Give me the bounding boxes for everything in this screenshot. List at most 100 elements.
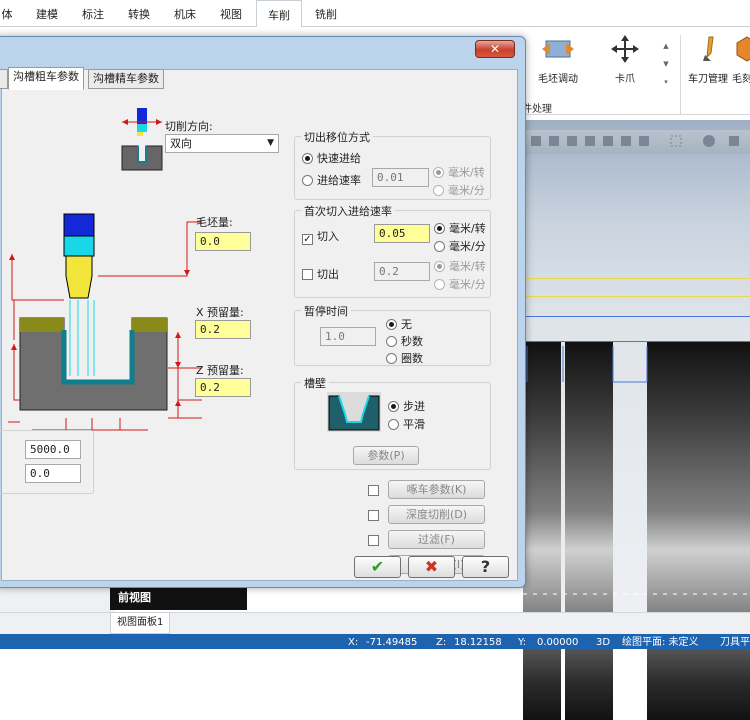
- cancel-button[interactable]: ✖: [408, 556, 455, 578]
- dwell-title: 暂停时间: [301, 303, 351, 319]
- stock-allowance-input[interactable]: 0.0: [195, 232, 251, 251]
- peck-params-button[interactable]: 啄车参数(K): [388, 480, 485, 499]
- dwell-seconds-radio[interactable]: 秒数: [386, 333, 423, 349]
- view-panel-tab[interactable]: 视图面板1: [110, 612, 170, 634]
- exit-unit-min-label: 毫米/分: [448, 184, 485, 197]
- cut-in-unit-rev-label: 毫米/转: [449, 222, 486, 235]
- dwell-revs-radio[interactable]: 圈数: [386, 350, 423, 366]
- depth-cut-button[interactable]: 深度切削(D): [388, 505, 485, 524]
- cut-out-unit-rev-radio[interactable]: 毫米/转: [434, 258, 486, 274]
- cut-out-input[interactable]: 0.2: [374, 262, 430, 281]
- help-icon: ?: [480, 557, 491, 576]
- depth-cut-checkbox[interactable]: [368, 509, 383, 522]
- z-allowance-input[interactable]: 0.2: [195, 378, 251, 397]
- status-tool-plane[interactable]: 刀具平: [720, 634, 750, 651]
- speed-input-1[interactable]: 5000.0: [25, 440, 81, 459]
- speed-input-2[interactable]: 0.0: [25, 464, 81, 483]
- wall-step-radio[interactable]: 步进: [388, 398, 425, 414]
- help-button[interactable]: ?: [462, 556, 509, 578]
- x-allowance-label: X 预留量:: [196, 306, 244, 319]
- first-plunge-title: 首次切入进给速率: [301, 203, 395, 219]
- tab-groove-rough[interactable]: 沟槽粗车参数: [8, 67, 84, 90]
- wall-params-button[interactable]: 参数(P): [353, 446, 419, 465]
- wall-smooth-label: 平滑: [403, 418, 425, 431]
- exit-unit-rev-label: 毫米/转: [448, 166, 485, 179]
- cut-in-unit-min-radio[interactable]: 毫米/分: [434, 238, 486, 254]
- cut-out-unit-min-radio[interactable]: 毫米/分: [434, 276, 486, 292]
- groove-wall-icon: [327, 392, 381, 432]
- stock-button[interactable]: 毛刻: [732, 35, 750, 85]
- stock-move-label: 毛坯调动: [538, 74, 578, 85]
- dwell-none-label: 无: [401, 318, 412, 331]
- stock-move-button[interactable]: 毛坯调动: [530, 35, 586, 85]
- filter-checkbox[interactable]: [368, 534, 383, 547]
- status-bar: X: -71.49485 Z: 18.12158 Y: 0.00000 3D 绘…: [0, 634, 750, 649]
- status-z-label: Z:: [436, 637, 447, 648]
- status-y-label: Y:: [518, 637, 527, 648]
- stock-move-icon: [542, 40, 574, 58]
- ok-button[interactable]: ✔: [354, 556, 401, 578]
- menu-tab-modeling[interactable]: 建模: [30, 0, 64, 27]
- cut-out-label: 切出: [317, 268, 339, 281]
- z-allowance-label: Z 预留量:: [196, 364, 244, 377]
- status-x-value: -71.49485: [366, 637, 418, 648]
- wall-step-label: 步进: [403, 400, 425, 413]
- cut-out-unit-min-label: 毫米/分: [449, 278, 486, 291]
- cut-direction-icon: [121, 108, 163, 171]
- stock-label: 毛刻: [732, 74, 750, 85]
- cut-in-checkbox[interactable]: ✓ 切入: [302, 228, 339, 245]
- menu-tab-turning[interactable]: 车削: [256, 0, 302, 28]
- cut-direction-select[interactable]: 双向 ▼: [165, 134, 279, 153]
- menu-tab-machine[interactable]: 机床: [168, 0, 202, 27]
- chevron-down-icon: ▼: [267, 138, 274, 148]
- cut-in-unit-min-label: 毫米/分: [449, 240, 486, 253]
- wall-smooth-radio[interactable]: 平滑: [388, 416, 425, 432]
- menu-tab-transform[interactable]: 转换: [122, 0, 156, 27]
- cut-in-label: 切入: [317, 230, 339, 243]
- menu-tab-body[interactable]: 体: [0, 0, 14, 27]
- 3d-viewport[interactable]: [523, 120, 750, 720]
- peck-checkbox[interactable]: [368, 484, 383, 497]
- chuck-jaw-label: 卡爪: [615, 74, 635, 85]
- status-z-value: 18.12158: [454, 637, 502, 648]
- exit-unit-min-radio[interactable]: 毫米/分: [433, 182, 485, 198]
- front-view-label: 前视图: [110, 585, 247, 610]
- x-allowance-input[interactable]: 0.2: [195, 320, 251, 339]
- dwell-input[interactable]: 1.0: [320, 327, 376, 346]
- cut-direction-label: 切削方向:: [165, 120, 213, 133]
- dialog-close-button[interactable]: ✕: [475, 40, 515, 58]
- menu-tab-milling[interactable]: 铣削: [306, 0, 346, 27]
- cut-out-unit-rev-label: 毫米/转: [449, 260, 486, 273]
- exit-move-title: 切出移位方式: [301, 129, 373, 145]
- status-mode[interactable]: 3D: [596, 634, 610, 651]
- menu-tab-view[interactable]: 视图: [214, 0, 248, 27]
- tool-manager-label: 车刀管理: [688, 74, 728, 85]
- cut-direction-value: 双向: [170, 137, 192, 150]
- exit-feed-input[interactable]: 0.01: [372, 168, 429, 187]
- dwell-seconds-label: 秒数: [401, 335, 423, 348]
- tool-manager-icon: [703, 36, 714, 61]
- groove-wall-title: 槽壁: [301, 375, 329, 391]
- dwell-none-radio[interactable]: 无: [386, 316, 412, 332]
- filter-button[interactable]: 过滤(F): [388, 530, 485, 549]
- status-plane[interactable]: 绘图平面: 未定义: [622, 634, 699, 651]
- check-icon: ✓: [302, 234, 313, 245]
- cut-out-checkbox[interactable]: 切出: [302, 266, 339, 282]
- tab-groove-finish[interactable]: 沟槽精车参数: [88, 69, 164, 89]
- stock-allowance-label: 毛坯量:: [196, 216, 233, 229]
- ribbon-gallery-scroll[interactable]: ▲ ▼ ▾: [660, 37, 672, 93]
- exit-rapid-radio[interactable]: 快速进给: [302, 150, 361, 166]
- chuck-jaw-button[interactable]: 卡爪: [602, 35, 648, 85]
- close-icon: ✕: [489, 42, 501, 56]
- cut-in-unit-rev-radio[interactable]: 毫米/转: [434, 220, 486, 236]
- dwell-revs-label: 圈数: [401, 352, 423, 365]
- cut-in-input[interactable]: 0.05: [374, 224, 430, 243]
- status-y-value: 0.00000: [537, 637, 579, 648]
- exit-feed-radio[interactable]: 进给速率: [302, 172, 361, 188]
- tab-previous[interactable]: [0, 69, 8, 89]
- tool-manager-button[interactable]: 车刀管理: [686, 35, 730, 85]
- status-x-label: X:: [348, 637, 359, 648]
- menu-tab-annotation[interactable]: 标注: [76, 0, 110, 27]
- chuck-jaw-icon: [611, 35, 639, 63]
- exit-unit-rev-radio[interactable]: 毫米/转: [433, 164, 485, 180]
